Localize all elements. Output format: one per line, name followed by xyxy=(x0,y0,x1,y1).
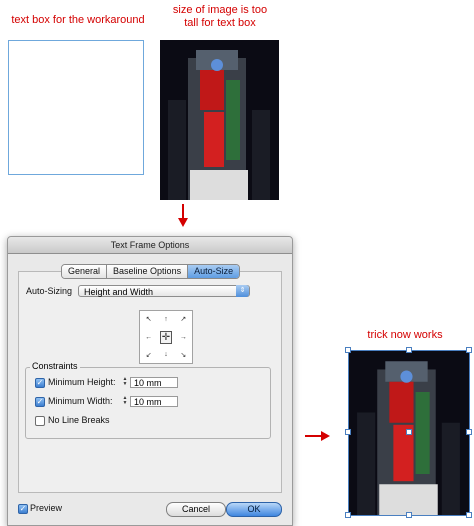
tab-baseline-options[interactable]: Baseline Options xyxy=(107,265,189,278)
result-caption: trick now works xyxy=(367,329,443,341)
right-arrow-icon xyxy=(305,428,331,441)
empty-text-frame[interactable] xyxy=(8,40,144,175)
tab-auto-size[interactable]: Auto-Size xyxy=(188,265,240,278)
building-photo[interactable] xyxy=(160,40,279,200)
arrow-top-right-icon[interactable]: ↗ xyxy=(175,311,192,328)
min-width-label: Minimum Width: xyxy=(48,396,113,406)
resize-handle-top-left[interactable] xyxy=(345,347,351,353)
auto-sizing-label: Auto-Sizing xyxy=(26,286,73,296)
text-box-caption: text box for the workaround xyxy=(11,14,145,26)
resize-handle-right[interactable] xyxy=(466,429,472,435)
resize-handle-top-right[interactable] xyxy=(466,347,472,353)
tab-bar: General Baseline Options Auto-Size xyxy=(61,264,241,279)
resize-handle-center[interactable] xyxy=(406,429,412,435)
resize-handle-bottom[interactable] xyxy=(406,512,412,518)
text-frame-options-dialog: Text Frame Options General Baseline Opti… xyxy=(7,236,293,526)
chevron-updown-icon: ⇕ xyxy=(236,285,249,297)
arrow-right-icon[interactable]: → xyxy=(175,328,192,347)
arrow-left-icon[interactable]: ← xyxy=(140,328,157,347)
arrow-bottom-right-icon[interactable]: ↘ xyxy=(175,347,192,364)
min-height-field[interactable]: 10 mm xyxy=(130,377,178,388)
constraints-label: Constraints xyxy=(30,361,80,371)
min-width-checkbox[interactable]: ✓ xyxy=(35,397,45,407)
resize-handle-bottom-left[interactable] xyxy=(345,512,351,518)
no-line-breaks-checkbox[interactable] xyxy=(35,416,45,426)
resize-handle-left[interactable] xyxy=(345,429,351,435)
min-height-label: Minimum Height: xyxy=(48,377,116,387)
ok-button[interactable]: OK xyxy=(226,502,282,517)
preview-checkbox[interactable]: ✓ xyxy=(18,504,28,514)
arrow-bottom-icon[interactable]: ↓ xyxy=(157,347,174,364)
tab-general[interactable]: General xyxy=(62,265,108,278)
auto-sizing-select[interactable]: Height and Width ⇕ xyxy=(78,285,250,297)
min-height-stepper[interactable]: ▲ ▼ xyxy=(121,377,129,388)
arrow-top-icon[interactable]: ↑ xyxy=(157,311,174,328)
min-width-field[interactable]: 10 mm xyxy=(130,396,178,407)
reference-point-grid[interactable]: ↖ ↑ ↗ ← ✛ → ↙ ↓ ↘ xyxy=(139,310,193,364)
min-height-checkbox[interactable]: ✓ xyxy=(35,378,45,388)
min-width-stepper[interactable]: ▲ ▼ xyxy=(121,396,129,407)
dialog-title: Text Frame Options xyxy=(8,237,292,254)
resize-handle-bottom-right[interactable] xyxy=(466,512,472,518)
center-icon[interactable]: ✛ xyxy=(160,330,172,344)
auto-sizing-value: Height and Width xyxy=(84,287,154,297)
down-arrow-icon xyxy=(178,204,188,227)
preview-label: Preview xyxy=(30,503,63,513)
no-line-breaks-label: No Line Breaks xyxy=(48,415,110,425)
image-caption-line1: size of image is too xyxy=(172,4,268,16)
arrow-top-left-icon[interactable]: ↖ xyxy=(140,311,157,328)
image-caption-line2: tall for text box xyxy=(184,17,256,29)
resize-handle-top[interactable] xyxy=(406,347,412,353)
cancel-button[interactable]: Cancel xyxy=(166,502,226,517)
arrow-bottom-left-icon[interactable]: ↙ xyxy=(140,347,157,364)
